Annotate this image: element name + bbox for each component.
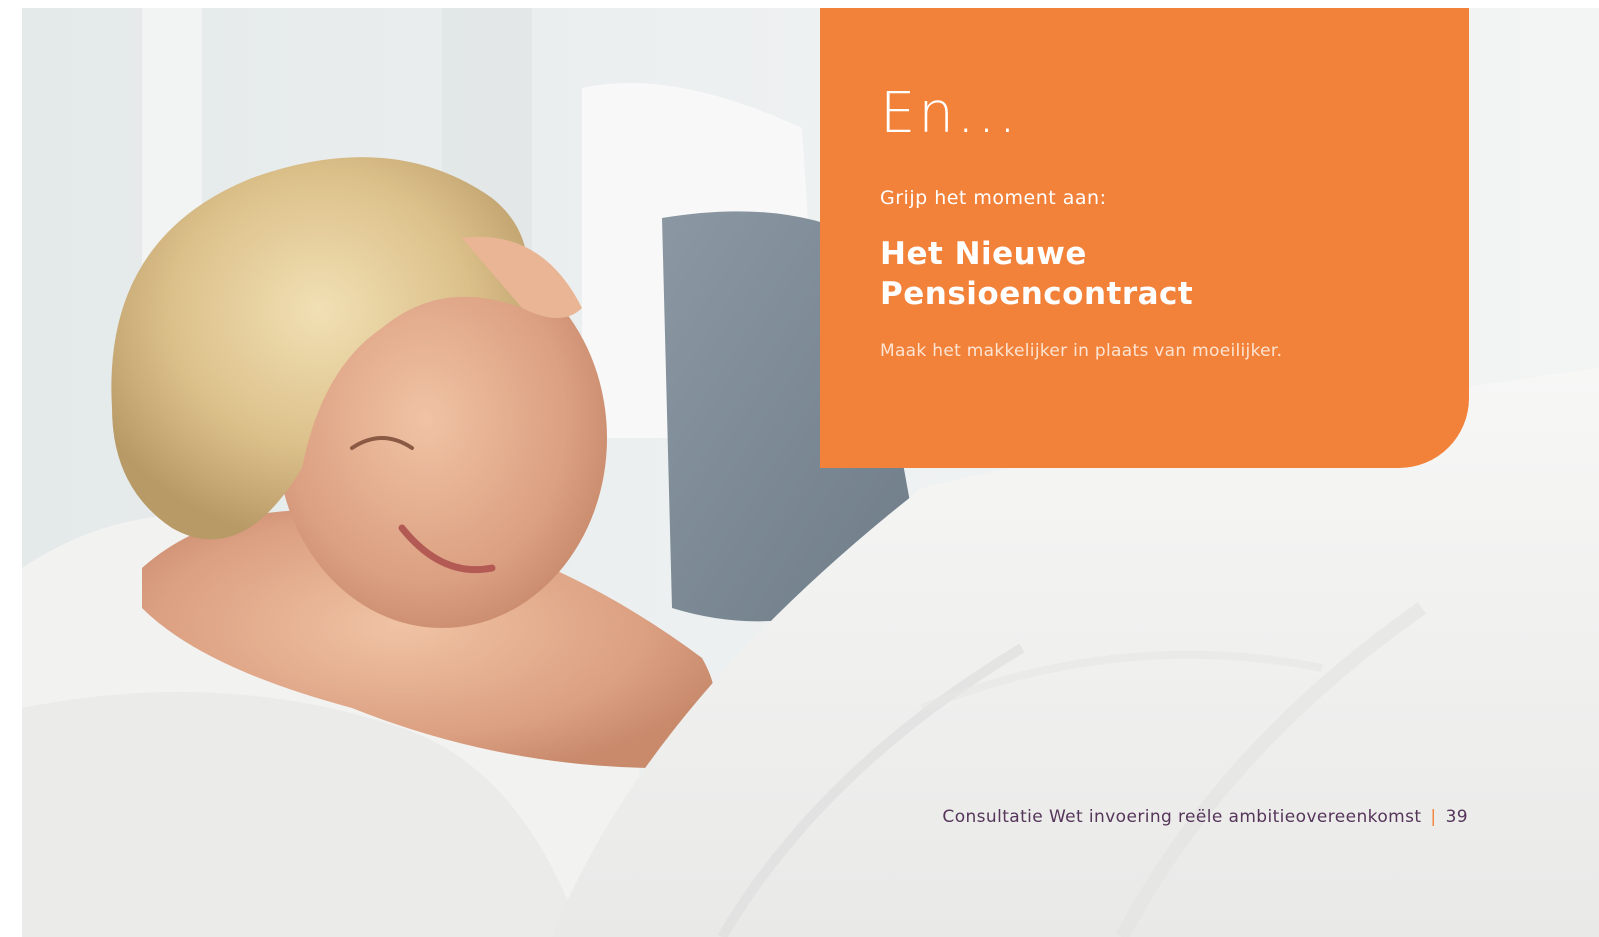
footer-separator: | <box>1430 807 1437 827</box>
page-footer: Consultatie Wet invoering reële ambitieo… <box>942 806 1468 828</box>
callout-tagline: Maak het makkelijker in plaats van moeil… <box>880 341 1283 361</box>
page-number: 39 <box>1445 807 1468 827</box>
callout-title: Het Nieuwe Pensioencontract <box>880 236 1194 312</box>
callout-kicker: Grijp het moment aan: <box>880 187 1107 209</box>
footer-document-title: Consultatie Wet invoering reële ambitieo… <box>942 807 1422 827</box>
document-page: En... Grijp het moment aan: Het Nieuwe P… <box>0 0 1599 937</box>
callout-heading: En... <box>880 81 1020 146</box>
callout-box: En... Grijp het moment aan: Het Nieuwe P… <box>820 8 1469 468</box>
